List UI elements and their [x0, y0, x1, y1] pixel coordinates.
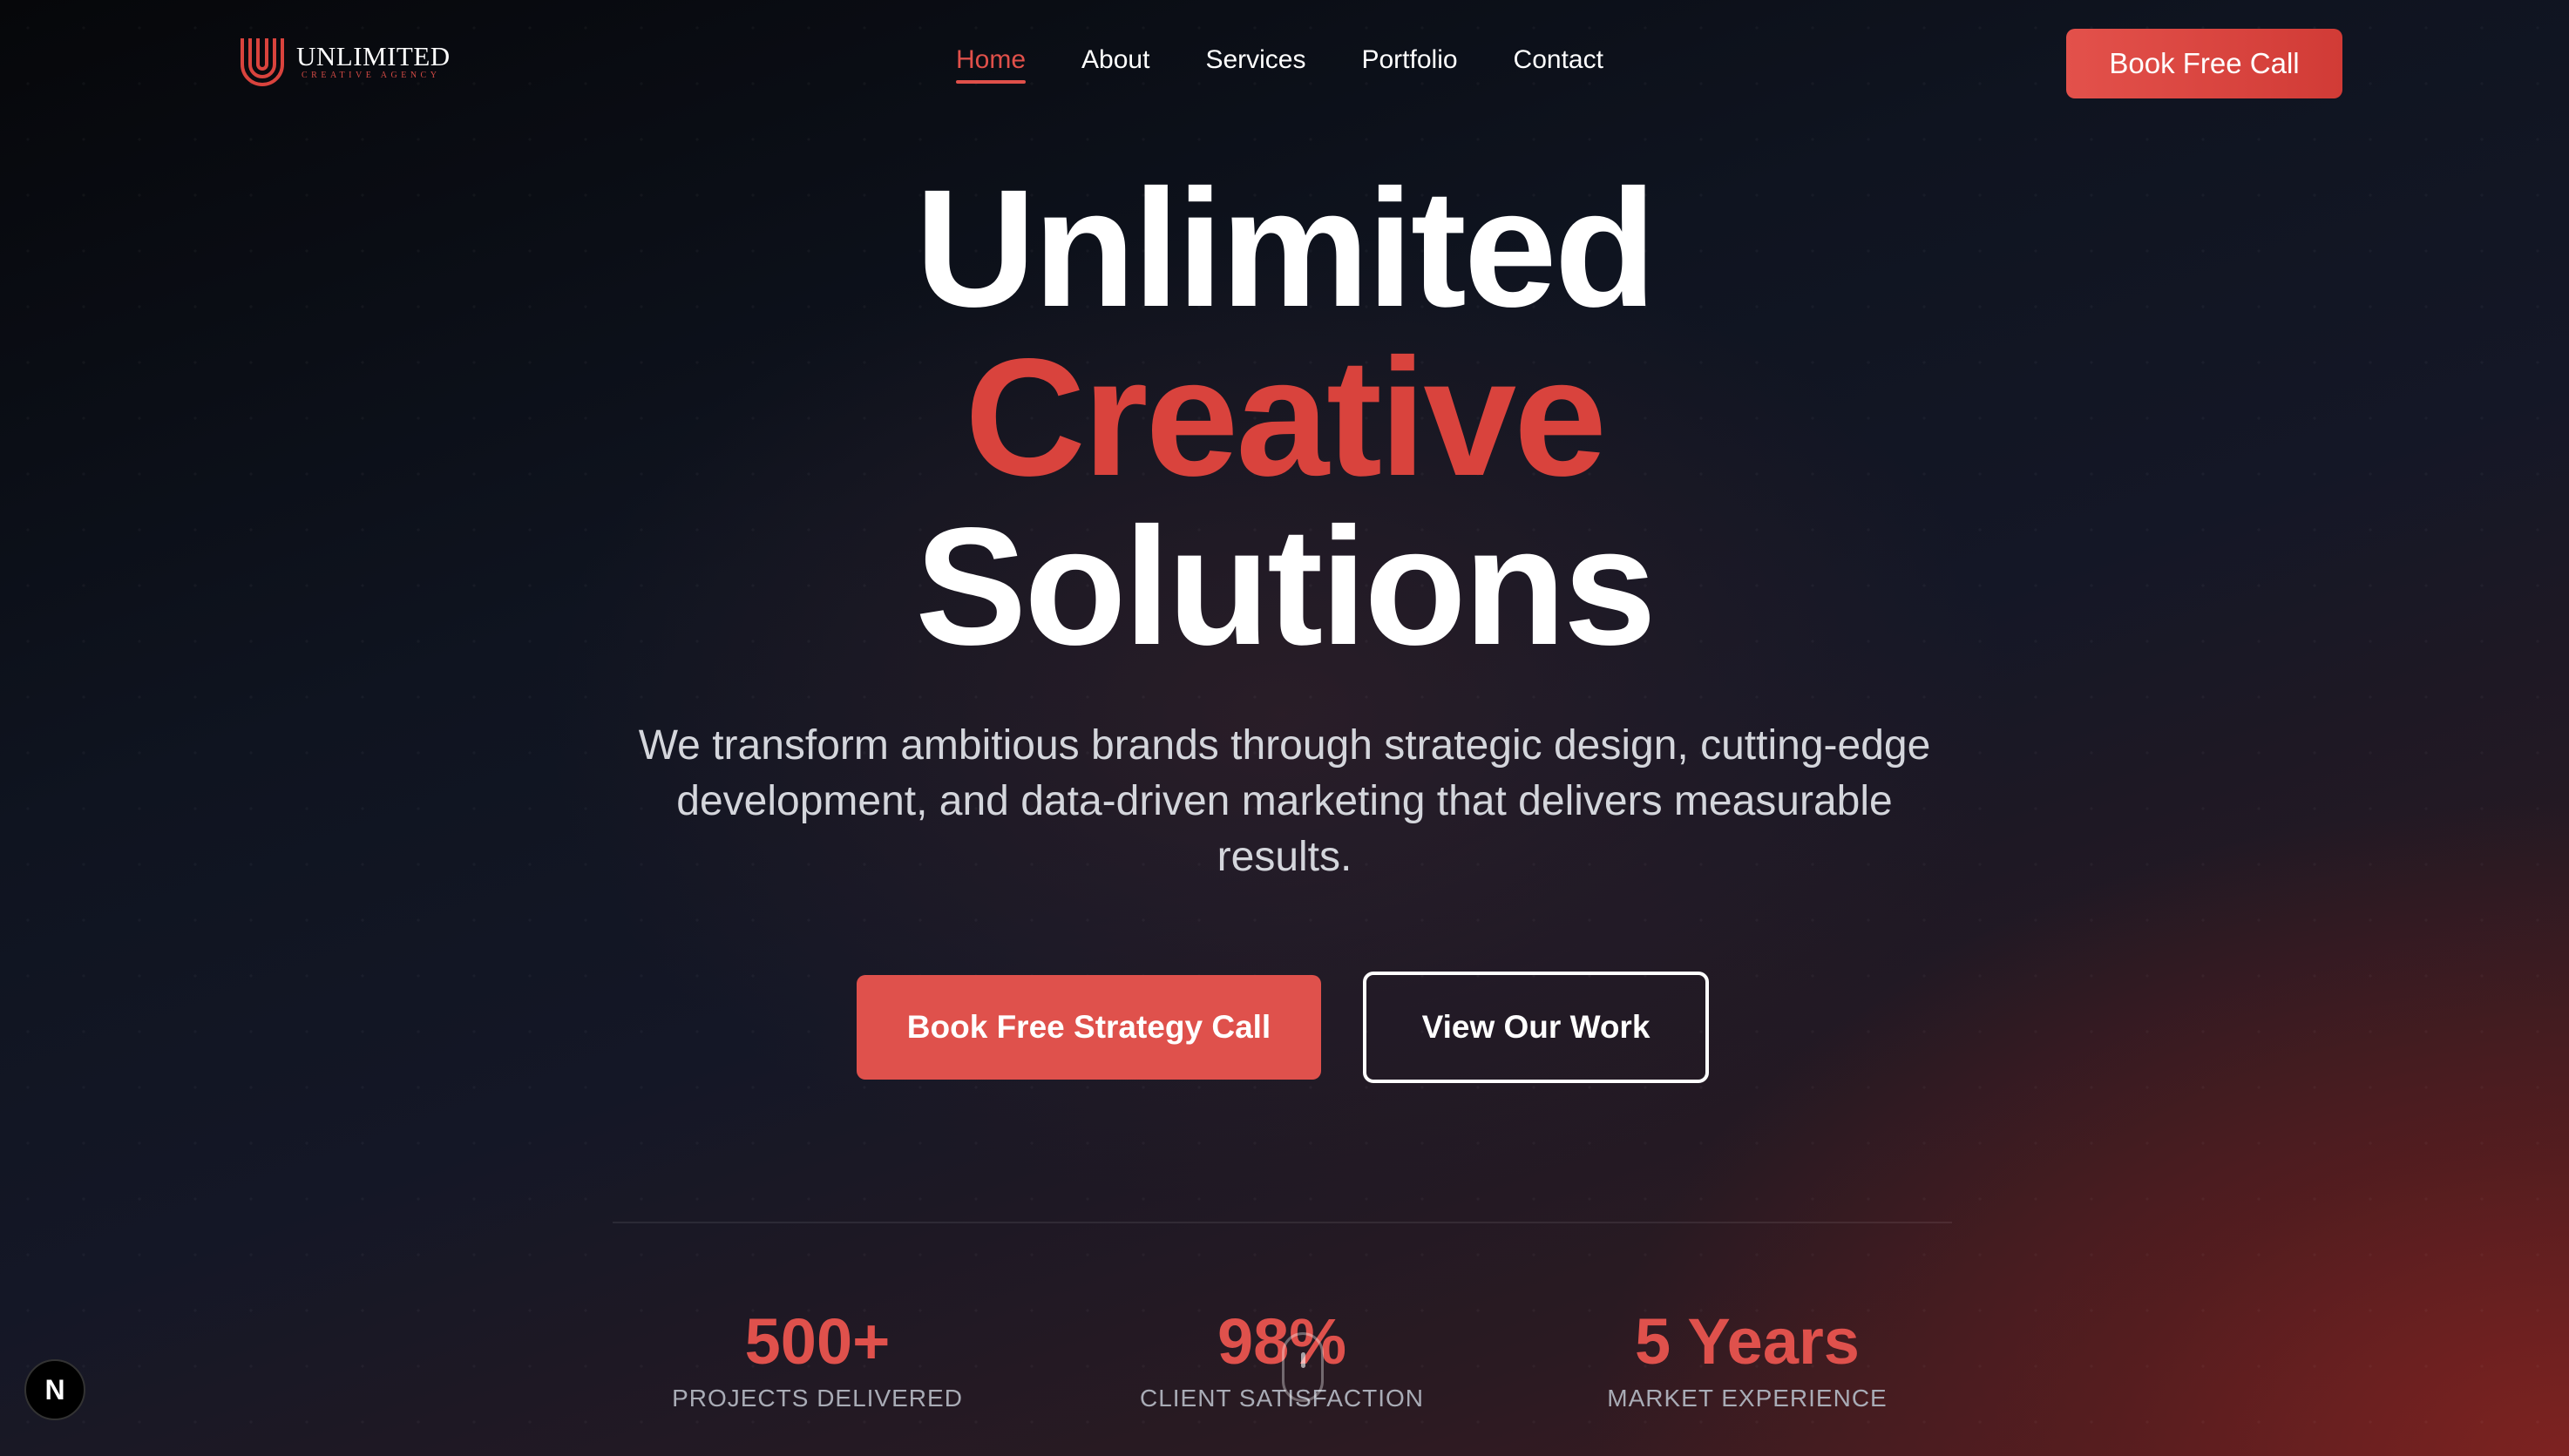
section-divider	[613, 1222, 1952, 1223]
main-nav: Home About Services Portfolio Contact	[956, 45, 1603, 84]
nav-services[interactable]: Services	[1205, 45, 1305, 84]
stat-label: PROJECTS DELIVERED	[672, 1385, 963, 1412]
hero-title: Unlimited Creative Solutions	[0, 164, 2569, 671]
stat-projects: 500+ PROJECTS DELIVERED	[634, 1303, 1000, 1412]
nav-about[interactable]: About	[1081, 45, 1149, 84]
book-free-call-button[interactable]: Book Free Call	[2066, 29, 2342, 98]
stat-label: CLIENT SATISFACTION	[1139, 1385, 1424, 1412]
stat-value: 5 Years	[1635, 1305, 1860, 1378]
brand-wordmark: UNLIMITED CREATIVE AGENCY	[296, 43, 451, 81]
hero-subtitle: We transform ambitious brands through st…	[638, 722, 1931, 880]
nav-contact[interactable]: Contact	[1514, 45, 1603, 84]
stat-experience: 5 Years MARKET EXPERIENCE	[1564, 1303, 1930, 1412]
brand-logo[interactable]: UNLIMITED CREATIVE AGENCY	[237, 35, 451, 89]
stat-value: 500+	[744, 1305, 891, 1378]
brand-name: UNLIMITED	[296, 41, 451, 71]
stat-label: MARKET EXPERIENCE	[1607, 1385, 1888, 1412]
mouse-wheel	[1301, 1352, 1305, 1368]
hero-title-line-1: Unlimited	[915, 154, 1657, 342]
nextjs-icon[interactable]: N	[24, 1359, 85, 1420]
brand-tagline: CREATIVE AGENCY	[302, 71, 441, 80]
hero-title-line-3: Solutions	[915, 492, 1657, 680]
hero-title-line-2: Creative	[965, 323, 1607, 511]
view-our-work-button[interactable]: View Our Work	[1363, 972, 1709, 1083]
nav-portfolio[interactable]: Portfolio	[1361, 45, 1457, 84]
nav-home[interactable]: Home	[956, 45, 1027, 84]
mouse-scroll-icon[interactable]	[1282, 1332, 1324, 1402]
u-logo-icon	[241, 38, 284, 86]
book-strategy-call-button[interactable]: Book Free Strategy Call	[857, 975, 1321, 1080]
